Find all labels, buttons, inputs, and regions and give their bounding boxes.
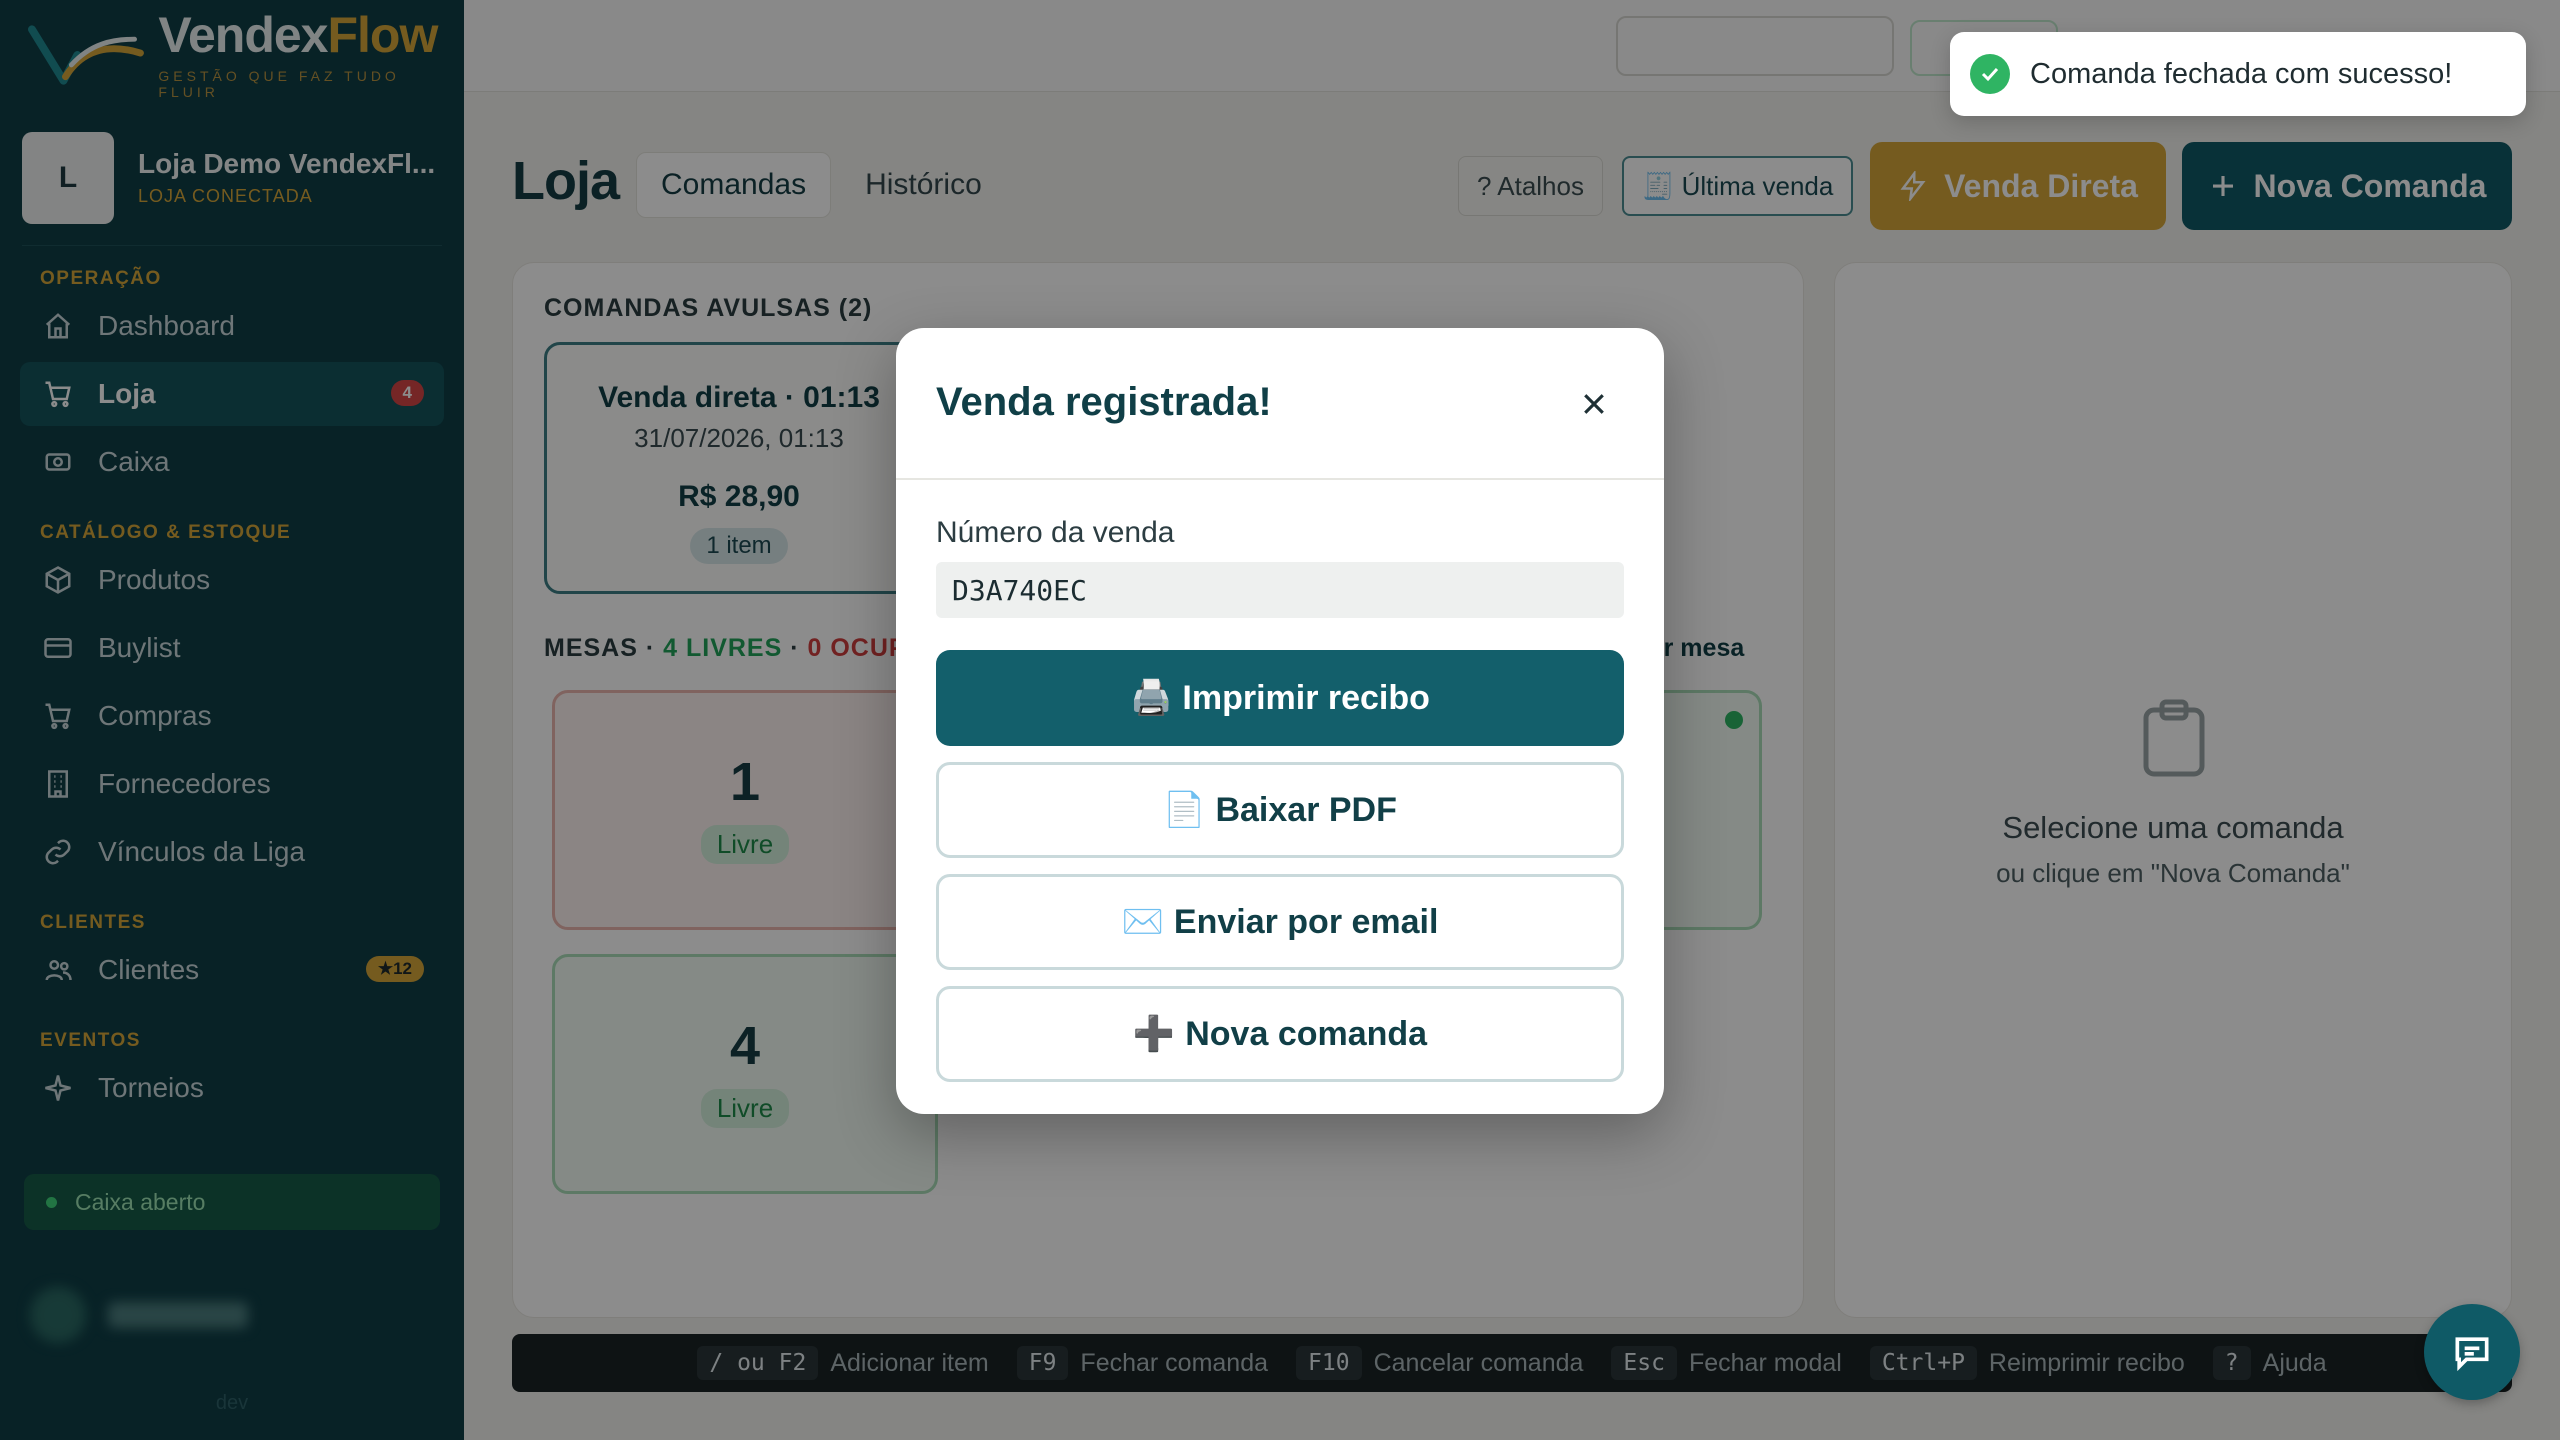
download-pdf-label: Baixar PDF (1215, 790, 1397, 829)
print-receipt-label: Imprimir recibo (1182, 678, 1430, 717)
download-pdf-button[interactable]: 📄 Baixar PDF (936, 762, 1624, 858)
close-button[interactable] (1574, 384, 1614, 424)
chat-bubble-icon (2455, 1337, 2489, 1372)
sale-number-label: Número da venda (936, 516, 1175, 549)
sale-number-field[interactable]: D3A740EC (936, 562, 1624, 618)
success-toast[interactable]: Comanda fechada com sucesso! (1950, 32, 2526, 116)
check-circle-icon (1970, 54, 2010, 94)
new-order-modal-label: Nova comanda (1185, 1014, 1428, 1053)
new-order-modal-button[interactable]: ➕ Nova comanda (936, 986, 1624, 1082)
toast-message: Comanda fechada com sucesso! (2030, 57, 2453, 90)
chat-button[interactable] (2424, 1304, 2520, 1400)
close-icon (1584, 394, 1604, 414)
envelope-icon: ✉️ (1121, 903, 1164, 941)
document-icon: 📄 (1163, 791, 1206, 829)
plus-icon: ➕ (1132, 1015, 1176, 1053)
printer-icon: 🖨️ (1130, 679, 1173, 717)
modal-title: Venda registrada! (936, 380, 1272, 424)
modal-header: Venda registrada! (896, 328, 1664, 480)
send-email-label: Enviar por email (1173, 902, 1439, 941)
send-email-button[interactable]: ✉️ Enviar por email (936, 874, 1624, 970)
sale-registered-modal: Venda registrada! Número da venda D3A740… (896, 328, 1664, 1114)
print-receipt-button[interactable]: 🖨️ Imprimir recibo (936, 650, 1624, 746)
